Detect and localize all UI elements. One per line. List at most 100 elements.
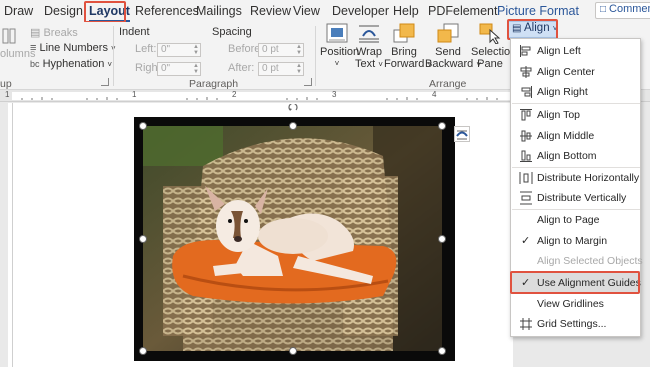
tab-design[interactable]: Design — [44, 4, 83, 18]
spinner-arrows-icon[interactable]: ▲ ▼ — [296, 63, 302, 75]
tab-mailings[interactable]: Mailings — [196, 4, 242, 18]
selection-pane-button[interactable]: Selection Pane — [471, 22, 516, 70]
tab-picture-format[interactable]: Picture Format — [497, 4, 579, 18]
tab-pdfelement[interactable]: PDFelement — [428, 4, 497, 18]
menu-item-align-center[interactable]: Align Center — [511, 62, 640, 82]
align-button[interactable]: ▤ Align ˅ — [508, 21, 558, 38]
tab-help[interactable]: Help — [393, 4, 419, 18]
indent-left-input[interactable]: 0" ▲ ▼ — [157, 43, 201, 57]
ribbon-tab-bar: Draw Design Layout References Mailings R… — [0, 0, 650, 22]
wrap-text-icon — [359, 25, 379, 43]
menu-item-align-top[interactable]: Align Top — [511, 105, 640, 125]
vertical-ruler-edge — [12, 103, 13, 367]
spacing-before-input[interactable]: 0 pt ▲ ▼ — [258, 43, 304, 57]
chevron-down-icon: ˅ — [552, 24, 558, 33]
align-middle-icon — [520, 130, 532, 142]
menu-item-grid-settings[interactable]: Grid Settings... — [511, 314, 640, 334]
resize-handle-bottom[interactable] — [289, 347, 297, 355]
align-top-icon — [520, 109, 532, 121]
line-numbers-button[interactable]: ≡ Line Numbers ˅ — [30, 42, 116, 54]
menu-item-distribute-horizontally[interactable]: Distribute Horizontally — [511, 168, 640, 188]
indent-right-value: 0" — [161, 63, 171, 74]
tab-layout[interactable]: Layout — [89, 4, 130, 22]
separator — [315, 26, 316, 86]
dog-on-chair-picture[interactable] — [143, 126, 442, 351]
send-backward-button[interactable]: Send Backward ˅ — [425, 22, 481, 71]
spinner-arrows-icon[interactable]: ▲ ▼ — [193, 63, 199, 75]
tab-references[interactable]: References — [135, 4, 199, 18]
spacing-after-input[interactable]: 0 pt ▲ ▼ — [258, 62, 304, 76]
menu-item-align-to-page[interactable]: Align to Page — [511, 210, 640, 230]
hyphenation-button[interactable]: bc Hyphenation ˅ — [30, 58, 112, 70]
menu-item-align-left[interactable]: Align Left — [511, 41, 640, 61]
bring-forward-label-2: Forward — [384, 58, 425, 70]
menu-item-view-gridlines[interactable]: View Gridlines — [511, 294, 640, 314]
spinner-arrows-icon[interactable]: ▲ ▼ — [296, 44, 302, 56]
menu-item-align-middle[interactable]: Align Middle — [511, 126, 640, 146]
resize-handle-bottom-left[interactable] — [139, 347, 147, 355]
indent-right-input[interactable]: 0" ▲ ▼ — [157, 62, 201, 76]
spinner-arrows-icon[interactable]: ▲ ▼ — [193, 44, 199, 56]
separator — [113, 26, 114, 86]
selection-pane-label-2: Pane — [477, 58, 503, 70]
layout-options-button[interactable] — [454, 126, 470, 142]
menu-item-label: Grid Settings... — [537, 318, 607, 330]
align-dropdown-menu: Align Left Align Center Align Right Alig… — [510, 38, 643, 337]
resize-handle-top[interactable] — [289, 122, 297, 130]
menu-item-use-alignment-guides[interactable]: ✓ Use Alignment Guides — [511, 273, 641, 293]
menu-item-label: Align Bottom — [537, 150, 597, 162]
align-icon: ▤ — [512, 23, 522, 34]
resize-handle-left[interactable] — [139, 235, 147, 243]
spacing-after-value: 0 pt — [262, 63, 279, 74]
page-setup-group-label: up — [0, 78, 12, 90]
indent-left-label: Left: — [135, 43, 157, 55]
align-bottom-icon — [520, 150, 532, 162]
menu-item-align-right[interactable]: Align Right — [511, 82, 640, 102]
tab-review[interactable]: Review — [250, 4, 291, 18]
spacing-label: Spacing — [212, 26, 252, 38]
menu-item-align-to-margin[interactable]: ✓ Align to Margin — [511, 231, 640, 251]
breaks-button[interactable]: ▤ Breaks — [30, 26, 78, 39]
indent-left-value: 0" — [161, 44, 171, 55]
resize-handle-top-left[interactable] — [139, 122, 147, 130]
menu-separator — [512, 271, 640, 272]
send-backward-line-2: Backward ˅ — [425, 58, 481, 71]
ruler-ticks — [21, 97, 498, 100]
wrap-text-label-2: Text — [355, 58, 376, 70]
ruler-number: 3 — [332, 90, 337, 99]
spacing-before-value: 0 pt — [262, 44, 279, 55]
arrange-group-label: Arrange — [429, 78, 467, 90]
align-label: Align — [524, 22, 550, 34]
distribute-vertically-icon — [520, 191, 532, 205]
paragraph-group-label: Paragraph — [189, 78, 239, 90]
resize-handle-top-right[interactable] — [438, 122, 446, 130]
bring-forward-button[interactable]: Bring Forward ˅ — [384, 22, 432, 71]
position-button[interactable]: Position ˅ — [320, 22, 360, 70]
position-label: Position — [320, 46, 360, 58]
tab-developer[interactable]: Developer — [332, 4, 389, 18]
paragraph-dialog-launcher[interactable] — [304, 78, 312, 86]
comments-label: Commen — [609, 3, 650, 15]
resize-handle-right[interactable] — [438, 235, 446, 243]
chevron-down-icon: ˅ — [334, 59, 340, 68]
wrap-text-button[interactable]: Wrap Text ˅ — [354, 22, 384, 71]
align-right-icon — [521, 86, 532, 98]
align-left-icon — [520, 45, 531, 57]
menu-item-label: View Gridlines — [537, 298, 604, 310]
menu-item-distribute-vertically[interactable]: Distribute Vertically — [511, 188, 640, 208]
rotate-handle-icon[interactable] — [288, 104, 298, 114]
menu-item-align-bottom[interactable]: Align Bottom — [511, 146, 640, 166]
align-center-icon — [520, 66, 532, 78]
chevron-down-icon: ˅ — [378, 60, 383, 69]
send-backward-label-2: Backward — [425, 58, 474, 70]
resize-handle-bottom-right[interactable] — [438, 347, 446, 355]
bring-forward-line-2: Forward ˅ — [384, 58, 432, 71]
page-setup-dialog-launcher[interactable] — [101, 78, 109, 86]
indent-label: Indent — [119, 26, 150, 38]
wrap-text-line-2: Text ˅ — [354, 58, 384, 71]
checkmark-icon: ✓ — [521, 235, 531, 247]
comments-button[interactable]: □ Commen — [595, 2, 650, 19]
tab-draw[interactable]: Draw — [4, 4, 33, 18]
menu-item-align-selected-objects: Align Selected Objects — [511, 251, 643, 271]
tab-view[interactable]: View — [293, 4, 320, 18]
